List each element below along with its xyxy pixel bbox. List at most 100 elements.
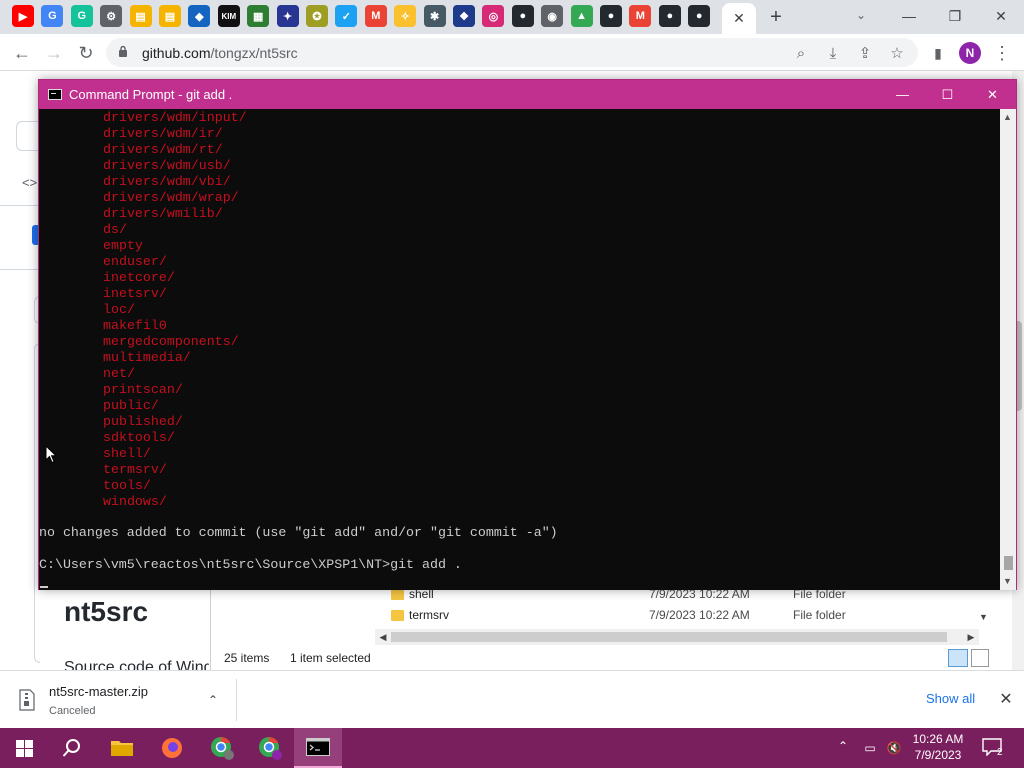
repo-description: Source code of Windows: [64, 659, 209, 670]
google-icon[interactable]: G: [41, 5, 64, 27]
close-download-bar-icon[interactable]: ✕: [996, 689, 1016, 709]
start-button[interactable]: [0, 728, 48, 768]
untracked-path: multimedia/: [103, 350, 191, 365]
close-tab-icon[interactable]: ✕: [733, 10, 745, 27]
drive-icon[interactable]: ▲: [570, 5, 593, 27]
youtube-icon[interactable]: ▶: [12, 5, 34, 27]
tab-search-chevron-icon[interactable]: ⌄: [856, 8, 866, 22]
untracked-path: public/: [103, 398, 159, 413]
show-hidden-icons-chevron-icon[interactable]: ⌃: [838, 739, 848, 753]
scroll-right-arrow-icon[interactable]: ▶: [963, 629, 979, 645]
minimize-icon[interactable]: —: [880, 80, 925, 109]
untracked-path: sdktools/: [103, 430, 175, 445]
scroll-down-arrow-icon[interactable]: ▼: [1003, 576, 1012, 586]
untracked-path: drivers/wdm/usb/: [103, 158, 231, 173]
instagram-icon[interactable]: ◎: [482, 5, 505, 27]
menu-kebab-icon[interactable]: ⋮: [989, 40, 1015, 66]
search-icon: [62, 739, 80, 757]
close-window-icon[interactable]: ✕: [970, 80, 1015, 109]
github-icon[interactable]: ●: [600, 5, 622, 27]
download-icon[interactable]: ⤓: [822, 42, 844, 64]
scroll-down-arrow-icon[interactable]: ▼: [979, 612, 988, 622]
untracked-path: mergedcomponents/: [103, 334, 239, 349]
horizontal-scrollbar[interactable]: ◀ ▶: [375, 629, 979, 645]
text-cursor: [40, 586, 48, 588]
taskbar-search-button[interactable]: [48, 728, 96, 768]
settings-icon[interactable]: ⚙: [100, 5, 123, 27]
browser-toolbar: ← → ↻ github.com/tongzx/nt5src ⌕ ⤓ ⇪ ☆ ▮…: [0, 34, 1024, 71]
github-icon[interactable]: ●: [658, 5, 681, 27]
taskbar-file-explorer[interactable]: [98, 728, 146, 768]
share-icon[interactable]: ⇪: [854, 42, 876, 64]
taskbar-firefox[interactable]: [148, 728, 196, 768]
show-all-downloads-link[interactable]: Show all: [926, 691, 975, 706]
folder-icon[interactable]: ▤: [129, 5, 152, 27]
back-arrow-icon[interactable]: ←: [9, 40, 35, 66]
maximize-icon[interactable]: ☐: [925, 80, 970, 109]
lock-icon[interactable]: [118, 45, 128, 57]
cmd-app-icon[interactable]: [48, 89, 62, 100]
gmail-icon[interactable]: M: [629, 5, 652, 27]
file-type: File folder: [793, 608, 846, 622]
new-tab-button[interactable]: +: [764, 5, 788, 29]
github-icon[interactable]: ●: [511, 5, 534, 27]
reload-icon[interactable]: ↻: [73, 40, 99, 66]
list-item[interactable]: termsrv 7/9/2023 10:22 AM File folder: [389, 607, 989, 627]
clock-date[interactable]: 7/9/2023: [912, 748, 964, 762]
grammarly-icon[interactable]: G: [70, 5, 93, 27]
folder-icon[interactable]: ▤: [159, 5, 181, 27]
close-window-icon[interactable]: ✕: [986, 5, 1016, 27]
details-view-icon[interactable]: [948, 649, 968, 667]
extension-icon[interactable]: ✱: [423, 5, 446, 27]
gear-icon[interactable]: ✪: [306, 5, 328, 27]
large-icons-view-icon[interactable]: [971, 649, 989, 667]
sonic-icon[interactable]: ❖: [453, 5, 475, 27]
code-icon[interactable]: <>: [22, 175, 37, 190]
divider: [236, 679, 237, 721]
restore-icon[interactable]: ❐: [940, 5, 970, 27]
chevron-up-icon[interactable]: ⌃: [204, 691, 222, 709]
console-scrollbar[interactable]: ▲ ▼: [1000, 109, 1016, 590]
clock-time[interactable]: 10:26 AM: [912, 732, 964, 746]
scroll-left-arrow-icon[interactable]: ◀: [375, 629, 391, 645]
taskbar-chrome-profile[interactable]: [246, 728, 294, 768]
forward-arrow-icon[interactable]: →: [41, 40, 67, 66]
network-icon[interactable]: ▭: [862, 740, 878, 756]
github-icon[interactable]: ●: [688, 5, 711, 27]
kim-icon[interactable]: KIM: [217, 5, 240, 27]
twitter-icon[interactable]: ✓: [335, 5, 358, 27]
cmd-title-bar[interactable]: Command Prompt - git add . — ☐ ✕: [39, 80, 1016, 109]
console-scroll-thumb[interactable]: [1004, 556, 1013, 570]
side-panel-icon[interactable]: ▮: [925, 40, 951, 66]
download-filename[interactable]: nt5src-master.zip: [49, 684, 148, 699]
app-icon[interactable]: ◆: [188, 5, 211, 27]
url-text[interactable]: github.com/tongzx/nt5src: [142, 45, 298, 61]
horizontal-scroll-thumb[interactable]: [391, 632, 947, 642]
profile-avatar[interactable]: N: [959, 42, 981, 64]
untracked-path: windows/: [103, 494, 167, 509]
search-icon[interactable]: ⌕: [790, 42, 812, 64]
untracked-path: drivers/wdm/ir/: [103, 126, 223, 141]
taskbar-command-prompt[interactable]: [294, 728, 342, 768]
volume-muted-icon[interactable]: 🔇: [886, 740, 902, 756]
gmail-icon[interactable]: M: [364, 5, 387, 27]
windows-logo-icon: [15, 739, 33, 757]
chrome-icon[interactable]: ◉: [541, 5, 564, 27]
puzzle-icon[interactable]: ✦: [276, 5, 299, 27]
chrome-icon: [259, 737, 282, 760]
lightbulb-icon[interactable]: ✧: [394, 5, 417, 27]
scroll-up-arrow-icon[interactable]: ▲: [1003, 112, 1012, 122]
zip-file-icon[interactable]: [18, 689, 36, 711]
untracked-path: printscan/: [103, 382, 183, 397]
divider: [0, 269, 38, 270]
command-prompt-window[interactable]: Command Prompt - git add . — ☐ ✕ drivers…: [38, 79, 1017, 590]
bookmark-star-icon[interactable]: ☆: [886, 42, 908, 64]
untracked-path: inetcore/: [103, 270, 175, 285]
console-output[interactable]: drivers/wdm/input/drivers/wdm/ir/drivers…: [39, 109, 1000, 590]
minimize-icon[interactable]: —: [894, 5, 924, 27]
active-tab[interactable]: ✕: [722, 3, 756, 34]
notification-count: 2: [997, 747, 1003, 758]
taskbar-chrome[interactable]: [198, 728, 246, 768]
qr-icon[interactable]: ▦: [247, 5, 270, 27]
address-bar[interactable]: github.com/tongzx/nt5src ⌕ ⤓ ⇪ ☆: [106, 38, 918, 67]
